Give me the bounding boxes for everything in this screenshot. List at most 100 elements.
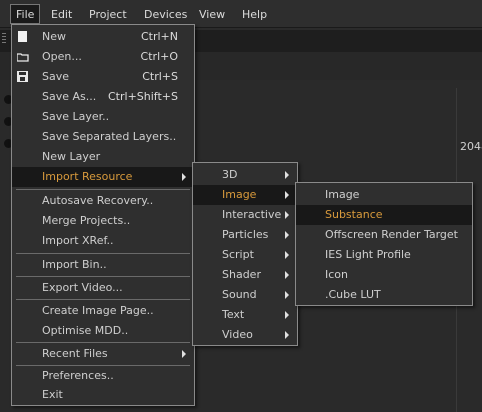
menu-item-label: Import Resource xyxy=(42,170,133,183)
file-menu: New Ctrl+N Open... Ctrl+O Save Ctrl+S Sa… xyxy=(11,24,195,406)
menu-item-label: Save xyxy=(42,70,70,83)
shortcut-label: Ctrl+Shift+S xyxy=(108,90,178,103)
menu-item-save-layer[interactable]: Save Layer.. xyxy=(12,107,194,127)
submenu-arrow-icon xyxy=(285,251,289,259)
menu-item-label: Create Image Page.. xyxy=(42,304,154,317)
menu-item-label: Save As... xyxy=(42,90,97,103)
submenu-item-cube-lut[interactable]: .Cube LUT xyxy=(296,285,472,305)
shortcut-label: Ctrl+N xyxy=(140,30,178,43)
menu-item-label: Shader xyxy=(222,268,261,281)
menu-devices[interactable]: Devices xyxy=(144,8,187,21)
submenu-item-script[interactable]: Script xyxy=(193,245,297,265)
save-disk-icon xyxy=(17,71,28,82)
menu-item-label: Export Video... xyxy=(42,281,123,294)
menu-item-label: IES Light Profile xyxy=(325,248,411,261)
submenu-arrow-icon xyxy=(285,231,289,239)
submenu-item-sound[interactable]: Sound xyxy=(193,285,297,305)
menu-item-label: Import Bin.. xyxy=(42,258,107,271)
submenu-arrow-icon xyxy=(285,211,289,219)
submenu-item-video[interactable]: Video xyxy=(193,325,297,345)
menu-item-merge-projects[interactable]: Merge Projects.. xyxy=(12,211,194,231)
image-submenu: Image Substance Offscreen Render Target … xyxy=(295,182,473,306)
menu-item-import-xref[interactable]: Import XRef.. xyxy=(12,231,194,251)
menu-item-export-video[interactable]: Export Video... xyxy=(12,278,194,298)
menu-item-label: 3D xyxy=(222,168,238,181)
submenu-item-shader[interactable]: Shader xyxy=(193,265,297,285)
menu-file[interactable]: File xyxy=(10,4,41,24)
menu-item-create-image-page[interactable]: Create Image Page.. xyxy=(12,301,194,321)
menu-item-new[interactable]: New Ctrl+N xyxy=(12,27,194,47)
shortcut-label: Ctrl+O xyxy=(140,50,178,63)
submenu-arrow-icon xyxy=(182,173,186,181)
menu-item-label: Autosave Recovery.. xyxy=(42,194,154,207)
menu-separator xyxy=(16,189,190,190)
menu-item-label: Script xyxy=(222,248,254,261)
submenu-arrow-icon xyxy=(285,331,289,339)
resolution-label: 2048 xyxy=(460,140,482,153)
menu-item-label: Image xyxy=(222,188,257,201)
menu-item-label: Substance xyxy=(325,208,383,221)
submenu-item-text[interactable]: Text xyxy=(193,305,297,325)
menu-item-label: Icon xyxy=(325,268,348,281)
submenu-arrow-icon xyxy=(285,291,289,299)
menu-item-autosave-recovery[interactable]: Autosave Recovery.. xyxy=(12,191,194,211)
menu-item-save-as[interactable]: Save As... Ctrl+Shift+S xyxy=(12,87,194,107)
menu-item-label: Interactive xyxy=(222,208,282,221)
submenu-item-interactive[interactable]: Interactive xyxy=(193,205,297,225)
menu-project[interactable]: Project xyxy=(89,8,127,21)
menu-item-optimise-mdd[interactable]: Optimise MDD.. xyxy=(12,321,194,341)
menu-item-label: Exit xyxy=(42,388,63,401)
menu-separator xyxy=(16,253,190,254)
menu-separator xyxy=(16,342,190,343)
import-resource-submenu: 3D Image Interactive Particles Script Sh… xyxy=(192,162,298,346)
submenu-item-ies-light-profile[interactable]: IES Light Profile xyxy=(296,245,472,265)
menu-item-label: Video xyxy=(222,328,253,341)
menu-item-label: Open... xyxy=(42,50,82,63)
submenu-arrow-icon xyxy=(182,350,186,358)
menu-item-label: Optimise MDD.. xyxy=(42,324,129,337)
submenu-item-image[interactable]: Image xyxy=(193,185,297,205)
menu-item-label: Image xyxy=(325,188,360,201)
submenu-item-particles[interactable]: Particles xyxy=(193,225,297,245)
submenu-item-image-file[interactable]: Image xyxy=(296,185,472,205)
menu-item-import-resource[interactable]: Import Resource xyxy=(12,167,194,187)
menu-item-label: Recent Files xyxy=(42,347,108,360)
new-document-icon xyxy=(17,31,28,42)
shortcut-label: Ctrl+S xyxy=(142,70,178,83)
submenu-item-substance[interactable]: Substance xyxy=(296,205,472,225)
menu-item-label: Import XRef.. xyxy=(42,234,114,247)
menu-separator xyxy=(16,276,190,277)
submenu-item-offscreen-render-target[interactable]: Offscreen Render Target xyxy=(296,225,472,245)
menu-item-label: Save Separated Layers.. xyxy=(42,130,177,143)
menu-item-label: Save Layer.. xyxy=(42,110,110,123)
menu-item-label: Sound xyxy=(222,288,257,301)
menu-item-new-layer[interactable]: New Layer xyxy=(12,147,194,167)
menu-help[interactable]: Help xyxy=(242,8,267,21)
menu-item-save[interactable]: Save Ctrl+S xyxy=(12,67,194,87)
menu-item-label: Particles xyxy=(222,228,269,241)
menu-edit[interactable]: Edit xyxy=(51,8,72,21)
menu-item-label: New xyxy=(42,30,66,43)
menu-view[interactable]: View xyxy=(199,8,225,21)
menu-item-import-bin[interactable]: Import Bin.. xyxy=(12,255,194,275)
submenu-arrow-icon xyxy=(285,171,289,179)
menu-item-label: Merge Projects.. xyxy=(42,214,131,227)
menu-item-open[interactable]: Open... Ctrl+O xyxy=(12,47,194,67)
menu-item-save-separated-layers[interactable]: Save Separated Layers.. xyxy=(12,127,194,147)
menu-item-label: Offscreen Render Target xyxy=(325,228,458,241)
menu-item-label: New Layer xyxy=(42,150,101,163)
menu-item-preferences[interactable]: Preferences.. xyxy=(12,366,194,386)
submenu-arrow-icon xyxy=(285,271,289,279)
menu-item-label: Text xyxy=(222,308,245,321)
submenu-arrow-icon xyxy=(285,311,289,319)
menu-item-recent-files[interactable]: Recent Files xyxy=(12,344,194,364)
menu-item-label: .Cube LUT xyxy=(325,288,381,301)
open-folder-icon xyxy=(16,51,29,62)
submenu-item-3d[interactable]: 3D xyxy=(193,165,297,185)
toolbar-gripper[interactable] xyxy=(2,33,6,45)
submenu-arrow-icon xyxy=(285,191,289,199)
submenu-item-icon[interactable]: Icon xyxy=(296,265,472,285)
menu-item-exit[interactable]: Exit xyxy=(12,385,194,405)
menu-separator xyxy=(16,299,190,300)
menu-item-label: Preferences.. xyxy=(42,369,114,382)
